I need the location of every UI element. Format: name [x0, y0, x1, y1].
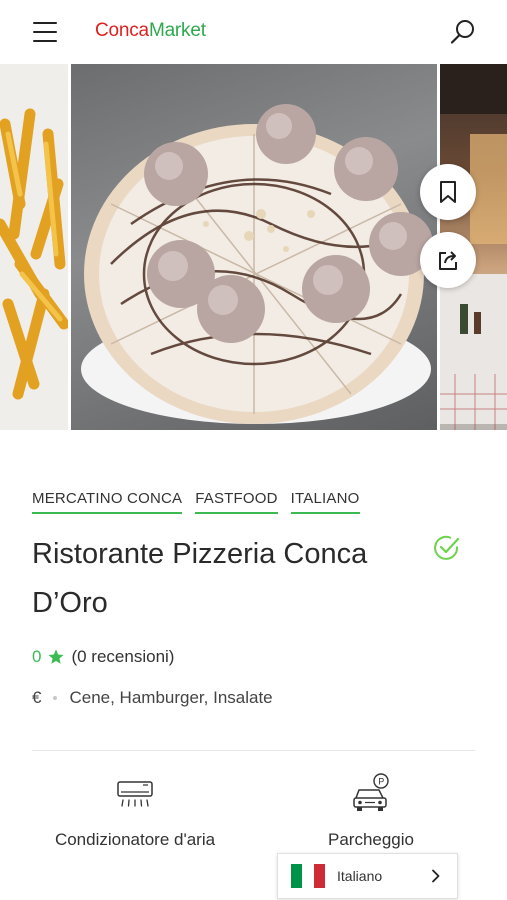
listing-categories: Cene, Hamburger, Insalate [69, 688, 273, 707]
photo-gallery[interactable] [0, 64, 507, 430]
listing-title: Ristorante Pizzeria Conca D’Oro [32, 538, 368, 619]
flag-stripe-green [291, 864, 303, 888]
share-button[interactable] [420, 232, 476, 288]
category-tags: MERCATINO CONCA FASTFOOD ITALIANO [32, 490, 360, 514]
language-selector[interactable]: Italiano [277, 853, 458, 899]
star-icon [48, 649, 64, 664]
bookmark-button[interactable] [420, 164, 476, 220]
hamburger-menu-icon[interactable] [30, 18, 60, 46]
price-level: € [32, 688, 42, 707]
gallery-photo-pizza[interactable] [71, 64, 437, 430]
chevron-right-icon [432, 869, 440, 883]
search-icon[interactable] [447, 16, 479, 48]
rating-summary[interactable]: 0 (0 recensioni) [32, 647, 174, 667]
logo-part-1: Conca [95, 20, 149, 41]
svg-text:P: P [378, 777, 384, 787]
language-label: Italiano [337, 868, 383, 884]
rating-value: 0 [32, 647, 42, 666]
amenity-parking: P Parcheggio [256, 772, 486, 850]
app-header: ConcaMarket [0, 0, 507, 64]
separator-dot [53, 696, 58, 700]
amenity-parking-label: Parcheggio [327, 830, 414, 849]
divider [32, 750, 475, 751]
flag-stripe-red [313, 864, 325, 888]
gallery-photo-fries[interactable] [0, 64, 68, 430]
air-conditioner-icon [117, 781, 153, 807]
tag-fastfood[interactable]: FASTFOOD [195, 490, 278, 514]
tag-italiano[interactable]: ITALIANO [290, 490, 360, 514]
logo[interactable]: ConcaMarket [95, 20, 206, 42]
parking-car-icon: P [353, 773, 389, 811]
italy-flag-icon [291, 864, 325, 888]
bookmark-icon [440, 181, 456, 203]
share-icon [439, 251, 457, 270]
amenity-air-conditioning-label: Condizionatore d'aria [54, 830, 216, 849]
tag-mercatino-conca[interactable]: MERCATINO CONCA [32, 490, 183, 514]
listing-meta: € Cene, Hamburger, Insalate [32, 688, 273, 708]
logo-part-2: Market [148, 20, 206, 41]
reviews-count: (0 recensioni) [71, 647, 175, 666]
amenity-air-conditioning: Condizionatore d'aria [20, 772, 250, 850]
flag-stripe-white [302, 864, 314, 888]
verified-check-icon [433, 534, 461, 562]
